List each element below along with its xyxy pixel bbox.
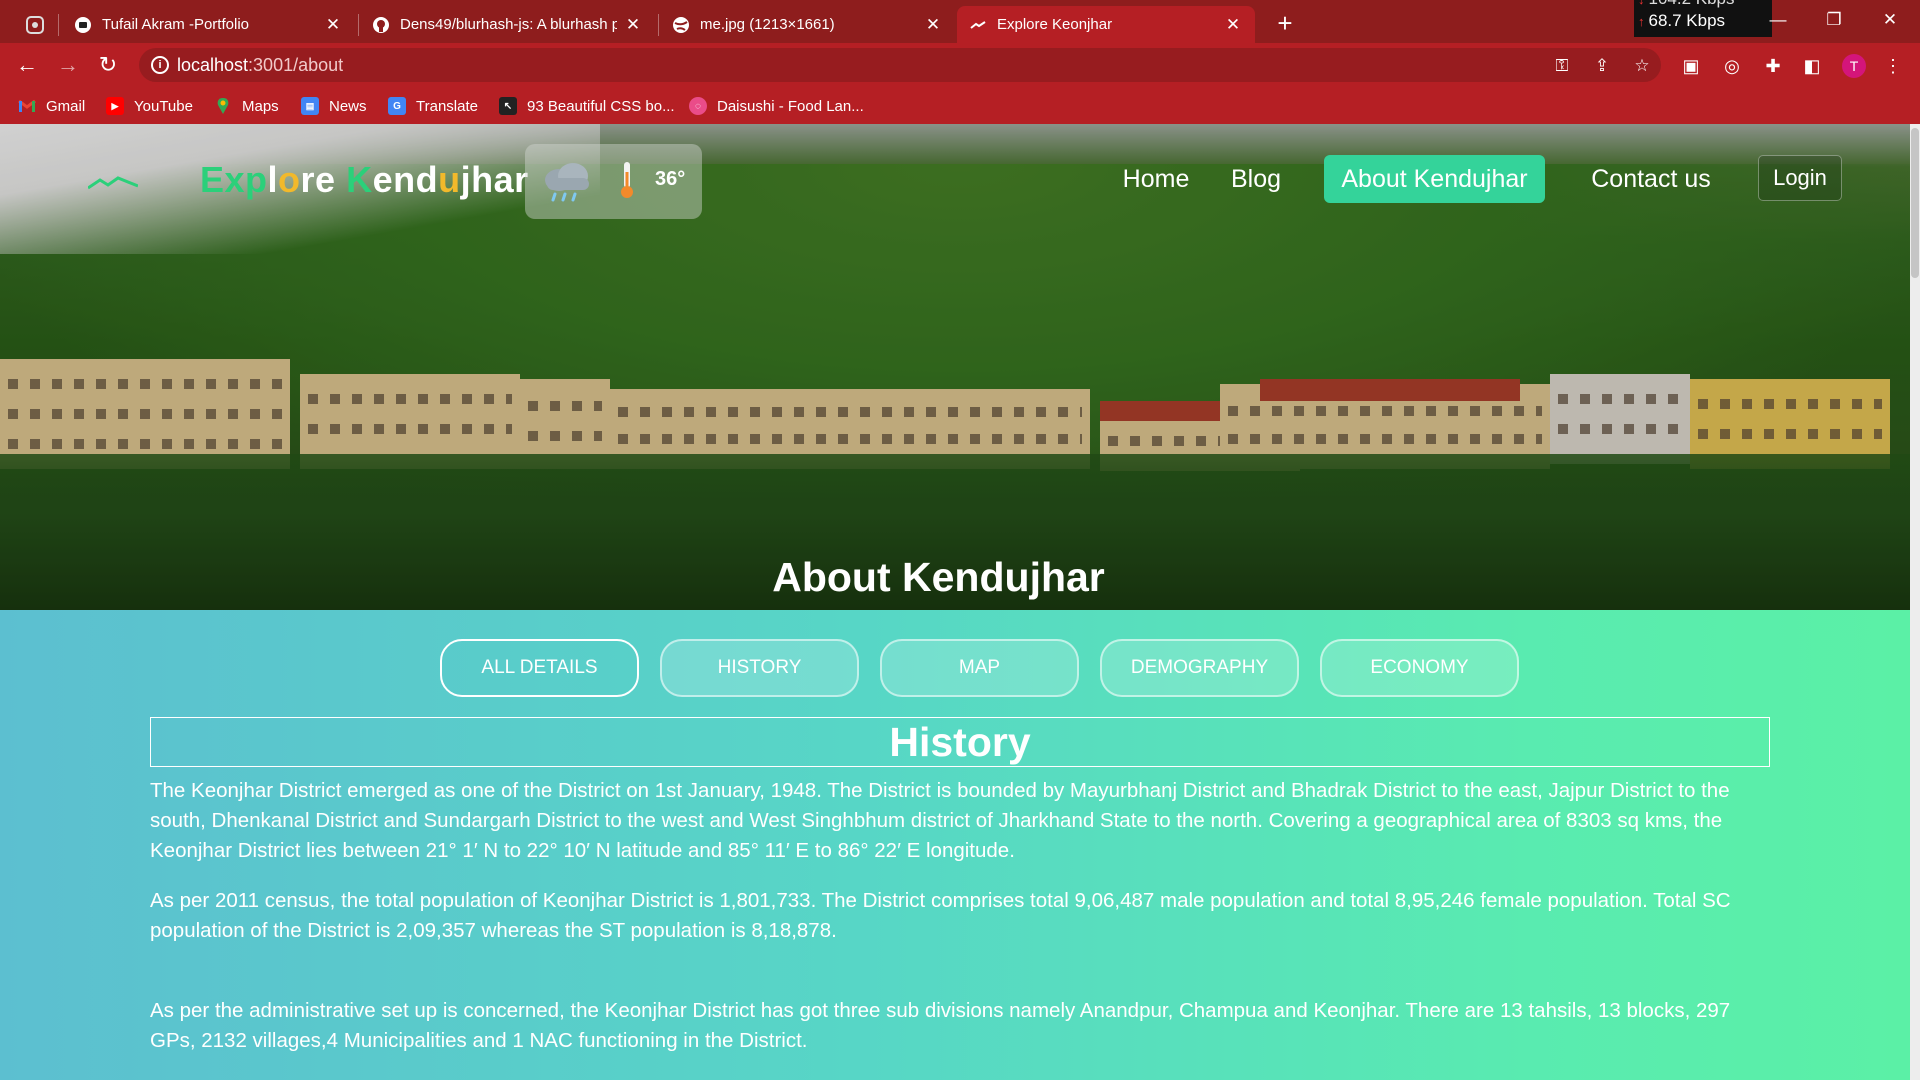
news-icon: ▤ <box>301 97 319 115</box>
side-panel-icon[interactable]: ◧ <box>1799 53 1825 79</box>
tab-economy[interactable]: ECONOMY <box>1320 639 1519 697</box>
site-logo[interactable]: Explore Kendujhar <box>200 159 529 201</box>
page-scrollbar-thumb[interactable] <box>1911 128 1919 278</box>
site-info-icon[interactable]: i <box>151 56 169 74</box>
bookmarks-bar: Gmail ▶ YouTube Maps ▤ News G Translate … <box>0 87 1920 124</box>
net-upload-value: 104.2 Kbps <box>1649 0 1735 8</box>
bookmark-label: 93 Beautiful CSS bo... <box>527 97 675 115</box>
browser-tab-active[interactable]: Explore Keonjhar ✕ <box>957 6 1255 43</box>
bookmark-youtube[interactable]: ▶ YouTube <box>106 95 193 117</box>
close-icon[interactable]: ✕ <box>923 15 943 35</box>
close-icon[interactable]: ✕ <box>623 15 643 35</box>
page-title: About Kendujhar <box>772 554 1105 600</box>
tab-demography[interactable]: DEMOGRAPHY <box>1100 639 1299 697</box>
logo-part: l <box>267 159 279 200</box>
browser-tab-bar: Tufail Akram -Portfolio ✕ Dens49/blurhas… <box>0 0 1920 43</box>
bookmark-label: News <box>329 97 367 115</box>
tab-map[interactable]: MAP <box>880 639 1079 697</box>
dark-favicon-icon <box>74 16 92 34</box>
forward-icon[interactable]: → <box>54 51 82 79</box>
bookmark-maps[interactable]: Maps <box>214 95 279 117</box>
github-icon <box>372 16 390 34</box>
rain-cloud-icon <box>545 163 589 202</box>
extension-target-icon[interactable]: ◎ <box>1719 53 1745 79</box>
puzzle-icon[interactable]: ✚ <box>1760 53 1786 79</box>
bookmark-css[interactable]: ↖ 93 Beautiful CSS bo... <box>499 95 675 117</box>
logo-part: end <box>372 159 439 200</box>
browser-tab[interactable]: Dens49/blurhash-js: A blurhash p ✕ <box>360 6 655 43</box>
nav-blog[interactable]: Blog <box>1220 155 1292 203</box>
bookmark-daisushi[interactable]: ◌ Daisushi - Food Lan... <box>689 95 864 117</box>
url-host: localhost <box>177 55 249 75</box>
logo-part: jhar <box>460 159 529 200</box>
close-icon[interactable]: ✕ <box>323 15 343 35</box>
administration-paragraph: As per the administrative set up is conc… <box>150 999 1731 1052</box>
url-path: :3001/about <box>248 55 344 75</box>
bookmark-label: Translate <box>416 97 478 115</box>
bookmark-star-icon[interactable]: ☆ <box>1631 55 1653 77</box>
reload-icon[interactable]: ↻ <box>94 51 122 79</box>
address-bar-row: ← → ↻ i localhost:3001/about ⚿ ⇪ ☆ ▣ ◎ ✚… <box>0 43 1920 87</box>
tab-title: Dens49/blurhash-js: A blurhash p <box>400 16 617 33</box>
url-text: localhost:3001/about <box>177 55 343 76</box>
extension-red-icon[interactable]: ▣ <box>1678 53 1704 79</box>
youtube-icon: ▶ <box>106 97 124 115</box>
dribbble-icon: ◌ <box>689 97 707 115</box>
population-paragraph: As per 2011 census, the total population… <box>150 889 1731 942</box>
logo-part: re <box>300 159 347 200</box>
key-icon[interactable]: ⚿ <box>1551 55 1573 77</box>
weather-widget: 36° <box>525 144 702 219</box>
bookmark-label: YouTube <box>134 97 193 115</box>
tab-search-button[interactable] <box>20 6 50 43</box>
nav-home[interactable]: Home <box>1108 155 1204 203</box>
browser-tab[interactable]: me.jpg (1213×1661) ✕ <box>660 6 955 43</box>
browser-tab[interactable]: Tufail Akram -Portfolio ✕ <box>62 6 355 43</box>
nav-contact[interactable]: Contact us <box>1575 155 1727 203</box>
tab-history[interactable]: HISTORY <box>660 639 859 697</box>
minimize-icon[interactable]: — <box>1750 0 1806 40</box>
tab-title: Tufail Akram -Portfolio <box>102 16 249 33</box>
tab-search-icon <box>26 15 44 34</box>
logo-part: u <box>438 159 461 200</box>
window-close-icon[interactable]: ✕ <box>1862 0 1918 40</box>
profile-avatar[interactable]: T <box>1842 54 1866 78</box>
about-content: ALL DETAILS HISTORY MAP DEMOGRAPHY ECONO… <box>0 610 1910 1080</box>
weather-temperature: 36° <box>655 168 686 190</box>
tab-title: Explore Keonjhar <box>997 16 1113 33</box>
bookmark-label: Maps <box>242 97 279 115</box>
tab-title: me.jpg (1213×1661) <box>700 16 835 33</box>
thermometer-icon <box>621 162 633 198</box>
bookmark-translate[interactable]: G Translate <box>388 95 478 117</box>
login-button[interactable]: Login <box>1758 155 1842 201</box>
globe-icon <box>672 16 690 34</box>
maps-icon <box>214 97 232 115</box>
menu-kebab-icon[interactable]: ⋮ <box>1880 53 1906 79</box>
tab-all-details[interactable]: ALL DETAILS <box>440 639 639 697</box>
nav-about[interactable]: About Kendujhar <box>1324 155 1545 203</box>
logo-part: Exp <box>200 159 268 200</box>
css-icon: ↖ <box>499 97 517 115</box>
bookmark-news[interactable]: ▤ News <box>301 95 367 117</box>
restore-icon[interactable]: ❐ <box>1806 0 1862 40</box>
site-favicon-icon <box>969 16 987 34</box>
logo-part: K <box>346 159 373 200</box>
translate-icon: G <box>388 97 406 115</box>
bookmark-gmail[interactable]: Gmail <box>18 95 85 117</box>
site-navbar: Explore Kendujhar 36° Home Blog About Ke… <box>0 124 1920 234</box>
net-download-value: 68.7 Kbps <box>1648 11 1726 30</box>
back-icon[interactable]: ← <box>13 51 41 79</box>
url-input[interactable]: i localhost:3001/about ⚿ ⇪ ☆ <box>139 48 1661 82</box>
section-heading: History <box>150 717 1770 767</box>
bookmark-label: Gmail <box>46 97 86 115</box>
history-paragraph: The Keonjhar District emerged as one of … <box>150 779 1730 862</box>
gmail-icon <box>18 97 36 115</box>
logo-mountain-icon <box>88 176 138 190</box>
share-icon[interactable]: ⇪ <box>1591 55 1613 77</box>
close-icon[interactable]: ✕ <box>1223 15 1243 35</box>
logo-part: o <box>278 159 301 200</box>
new-tab-button[interactable]: + <box>1270 8 1300 38</box>
bookmark-label: Daisushi - Food Lan... <box>717 97 864 115</box>
